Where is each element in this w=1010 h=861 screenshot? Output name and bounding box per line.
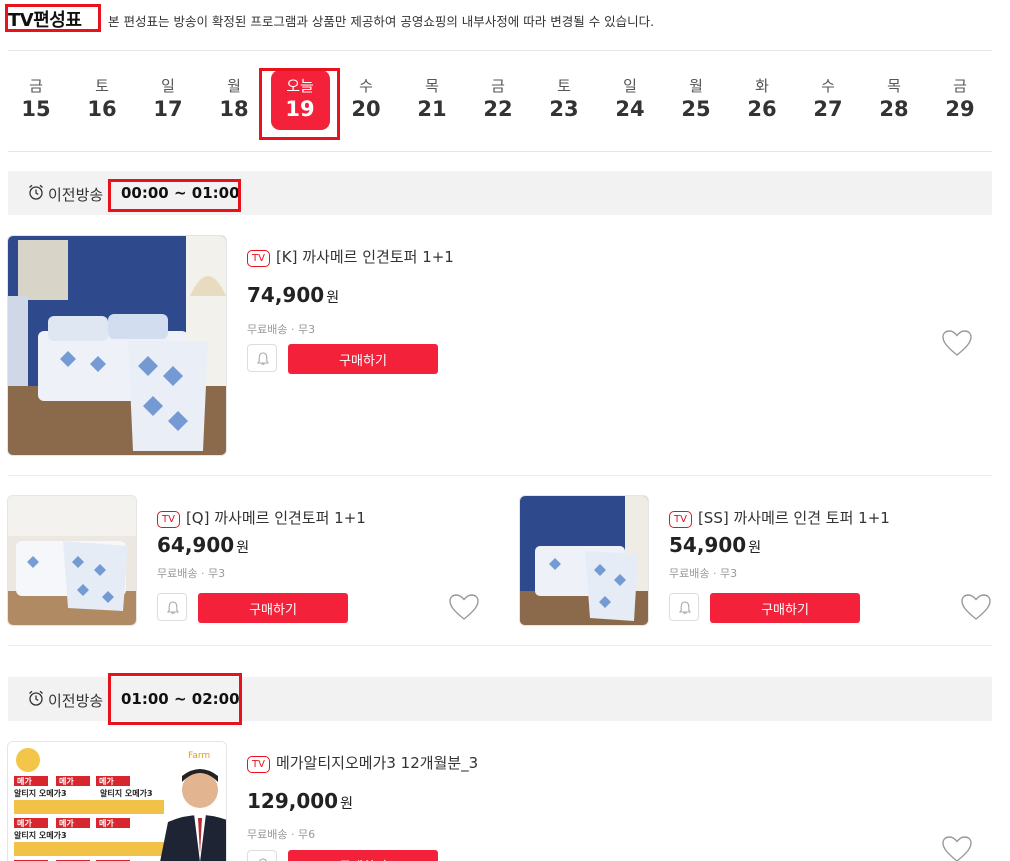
date-tab[interactable]: 일 17 — [138, 68, 198, 122]
date-tab[interactable]: 금 22 — [468, 68, 528, 122]
row-divider — [8, 475, 992, 476]
tv-badge: TV — [669, 511, 692, 528]
notify-button[interactable] — [669, 593, 699, 621]
svg-text:메가: 메가 — [17, 818, 32, 828]
svg-text:메가: 메가 — [17, 776, 32, 786]
svg-text:메가: 메가 — [99, 818, 114, 828]
product-price: 64,900 원 — [157, 533, 250, 557]
dates-divider — [8, 151, 992, 152]
buy-button[interactable]: 구매하기 — [288, 850, 438, 861]
header-divider — [8, 50, 992, 51]
buy-button[interactable]: 구매하기 — [288, 344, 438, 374]
date-tab[interactable]: 일 24 — [600, 68, 660, 122]
broadcast-time: 01:00 ~ 02:00 — [121, 690, 240, 708]
bell-icon — [167, 601, 179, 614]
bell-icon — [257, 352, 269, 365]
svg-text:알티지 오메가3: 알티지 오메가3 — [14, 830, 67, 840]
product-image[interactable] — [7, 495, 137, 626]
schedule-header: TV편성표 본 편성표는 방송이 확정된 프로그램과 상품만 제공하여 공영쇼핑… — [0, 0, 1010, 40]
supplement-photo: Farm 메가 메가 메가 알티지 오메가3 알티지 오메가3 메가 메가 메가… — [8, 742, 226, 861]
notify-button[interactable] — [247, 850, 277, 861]
heart-outline-icon[interactable] — [959, 592, 993, 622]
tv-badge: TV — [157, 511, 180, 528]
bedding-photo — [520, 496, 648, 625]
schedule-notice: 본 편성표는 방송이 확정된 프로그램과 상품만 제공하여 공영쇼핑의 내부사정… — [108, 14, 655, 29]
heart-outline-icon[interactable] — [940, 834, 974, 861]
date-tab[interactable]: 목 28 — [864, 68, 924, 122]
date-tab[interactable]: 토 16 — [72, 68, 132, 122]
broadcast-time: 00:00 ~ 01:00 — [121, 184, 240, 202]
row-divider — [8, 645, 992, 646]
tv-badge: TV — [247, 250, 270, 267]
svg-text:알티지 오메가3: 알티지 오메가3 — [14, 788, 67, 798]
svg-text:Farm: Farm — [188, 751, 210, 761]
svg-text:알티지 오메가3: 알티지 오메가3 — [100, 788, 153, 798]
heart-outline-icon[interactable] — [940, 328, 974, 358]
shipping-info: 무료배송 · 무3 — [247, 323, 316, 336]
product-image[interactable] — [519, 495, 649, 626]
section-label: 이전방송 — [48, 692, 104, 710]
shipping-info: 무료배송 · 무6 — [247, 828, 316, 841]
date-selector: 금 15 토 16 일 17 월 18 오늘 19 수 20 목 21 금 22 토 23 일 24… — [0, 68, 1010, 144]
product-price: 129,000 원 — [247, 789, 353, 813]
alarm-clock-icon — [29, 184, 43, 200]
page-title: TV편성표 — [8, 10, 82, 31]
date-tab[interactable]: 월 18 — [204, 68, 264, 122]
product-name[interactable]: TV [Q] 까사메르 인견토퍼 1+1 — [157, 507, 366, 528]
product-price: 74,900 원 — [247, 283, 340, 307]
svg-text:메가: 메가 — [99, 776, 114, 786]
product-name[interactable]: TV [SS] 까사메르 인견 토퍼 1+1 — [669, 507, 890, 528]
date-tab[interactable]: 금 29 — [930, 68, 990, 122]
date-tab-today[interactable]: 오늘 19 — [270, 68, 330, 130]
product-name[interactable]: TV 메가알티지오메가3 12개월분_3 — [247, 752, 478, 773]
svg-text:메가: 메가 — [59, 776, 74, 786]
buy-button[interactable]: 구매하기 — [710, 593, 860, 623]
alarm-clock-icon — [29, 690, 43, 706]
bell-icon — [259, 858, 267, 861]
date-tab[interactable]: 목 21 — [402, 68, 462, 122]
bedding-photo — [8, 496, 136, 625]
product-price: 54,900 원 — [669, 533, 762, 557]
shipping-info: 무료배송 · 무3 — [669, 567, 738, 580]
date-tab[interactable]: 금 15 — [6, 68, 66, 122]
product-image[interactable] — [7, 235, 227, 456]
bell-icon — [679, 601, 691, 614]
bedding-photo — [8, 236, 226, 455]
broadcast-section-bar: 이전방송 01:00 ~ 02:00 — [8, 677, 992, 721]
section-label: 이전방송 — [48, 186, 104, 204]
date-tab[interactable]: 화 26 — [732, 68, 792, 122]
date-tab[interactable]: 수 20 — [336, 68, 396, 122]
date-tab[interactable]: 월 25 — [666, 68, 726, 122]
svg-text:메가: 메가 — [59, 818, 74, 828]
buy-button[interactable]: 구매하기 — [198, 593, 348, 623]
heart-outline-icon[interactable] — [447, 592, 481, 622]
date-tab[interactable]: 수 27 — [798, 68, 858, 122]
product-image[interactable]: Farm 메가 메가 메가 알티지 오메가3 알티지 오메가3 메가 메가 메가… — [7, 741, 227, 861]
date-tab[interactable]: 토 23 — [534, 68, 594, 122]
tv-badge: TV — [247, 756, 270, 773]
broadcast-section-bar: 이전방송 00:00 ~ 01:00 — [8, 171, 992, 215]
notify-button[interactable] — [157, 593, 187, 621]
notify-button[interactable] — [247, 344, 277, 372]
product-name[interactable]: TV [K] 까사메르 인견토퍼 1+1 — [247, 246, 454, 267]
shipping-info: 무료배송 · 무3 — [157, 567, 226, 580]
